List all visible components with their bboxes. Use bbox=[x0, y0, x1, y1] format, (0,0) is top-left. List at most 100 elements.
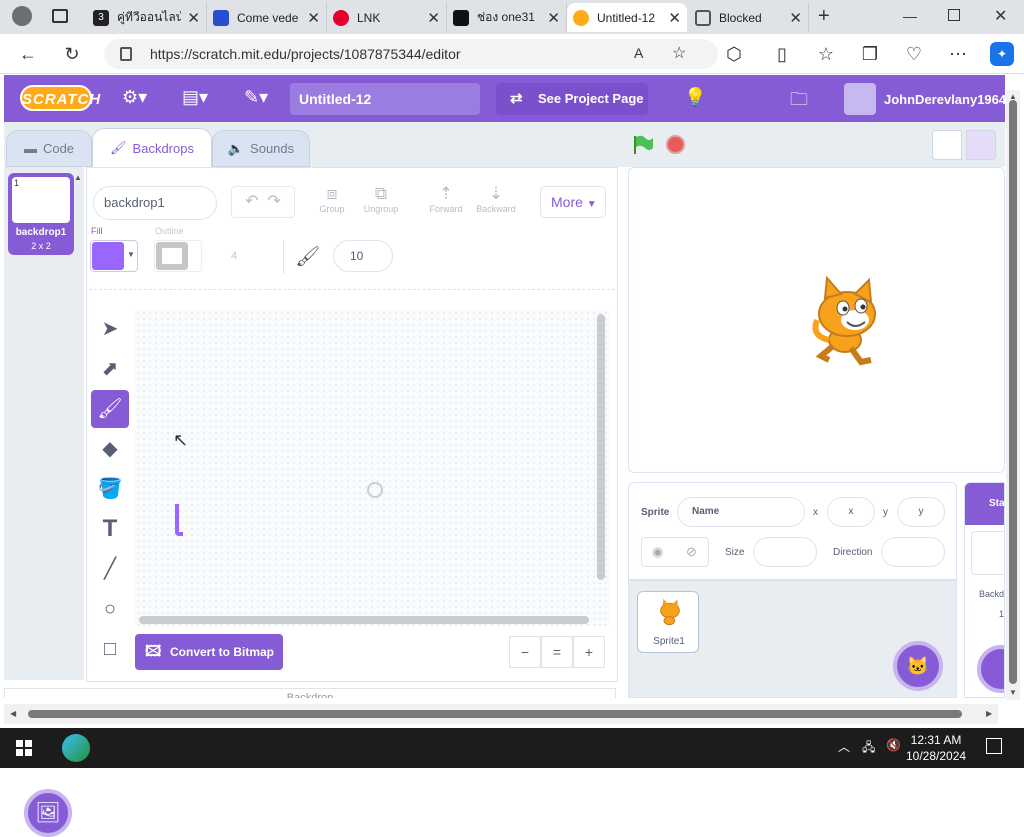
backward-button[interactable]: ⇣ Backward bbox=[473, 184, 519, 214]
green-flag-icon[interactable] bbox=[632, 134, 653, 154]
page-horizontal-scrollbar[interactable]: ◀ ▶ bbox=[4, 704, 998, 724]
tray-chevron-up-icon[interactable]: ︿ bbox=[838, 738, 850, 755]
rectangle-tool-icon[interactable]: □ bbox=[91, 630, 129, 668]
close-tab-icon[interactable]: ✕ bbox=[789, 9, 802, 27]
close-window-icon[interactable]: ✕ bbox=[994, 6, 1007, 26]
convert-to-bitmap-button[interactable]: 🖾 Convert to Bitmap bbox=[135, 634, 283, 670]
close-tab-icon[interactable]: ✕ bbox=[547, 9, 560, 27]
choose-sprite-button[interactable]: 🐱 bbox=[893, 641, 943, 691]
stage-canvas[interactable] bbox=[628, 167, 1005, 473]
tab-actions-icon[interactable] bbox=[52, 9, 68, 23]
scratch-cat-sprite[interactable] bbox=[799, 276, 889, 366]
my-stuff-folder-icon[interactable]: 🗀 bbox=[790, 87, 808, 117]
ungroup-button[interactable]: ⧉ Ungroup bbox=[359, 184, 403, 214]
restore-icon[interactable] bbox=[948, 9, 960, 21]
scroll-down-arrow-icon[interactable]: ▼ bbox=[1009, 688, 1017, 697]
large-stage-icon[interactable] bbox=[966, 130, 996, 160]
close-tab-icon[interactable]: ✕ bbox=[668, 9, 681, 27]
eye-show-icon[interactable]: ◉ bbox=[652, 544, 663, 560]
edit-menu-icon[interactable]: ✎▾ bbox=[244, 87, 268, 108]
browser-tab-1[interactable]: 3 คู่ทีวีออนไลน์ ✕ bbox=[87, 3, 207, 32]
edge-browser-icon[interactable] bbox=[62, 734, 90, 762]
read-aloud-icon[interactable]: A bbox=[634, 45, 643, 61]
close-tab-icon[interactable]: ✕ bbox=[187, 9, 200, 27]
sprite-name-input[interactable]: Name bbox=[677, 497, 805, 527]
fill-color-picker[interactable]: ▼ bbox=[90, 240, 138, 272]
choose-backdrop-button[interactable]: 🖼 bbox=[24, 789, 72, 837]
tab-sounds[interactable]: 🔈 Sounds bbox=[212, 130, 310, 167]
collections-icon[interactable]: ❐ bbox=[858, 42, 882, 66]
tab-backdrops[interactable]: 🖌 Backdrops bbox=[92, 128, 212, 167]
project-title-input[interactable]: Untitled-12 bbox=[290, 83, 480, 115]
copilot-icon[interactable]: ✦ bbox=[990, 42, 1014, 66]
scroll-right-arrow-icon[interactable]: ▶ bbox=[986, 709, 992, 718]
paint-canvas[interactable]: ↖ bbox=[135, 310, 611, 626]
scratch-logo[interactable]: SCRATCH bbox=[20, 85, 100, 111]
zoom-reset-button[interactable]: = bbox=[541, 636, 573, 668]
fill-bucket-tool-icon[interactable]: 🪣 bbox=[91, 470, 129, 508]
x-input[interactable]: x bbox=[827, 497, 875, 527]
more-button[interactable]: More ▼ bbox=[540, 186, 606, 218]
lightbulb-icon[interactable]: 💡 bbox=[684, 87, 706, 108]
page-vertical-scrollbar[interactable]: ▲ ▼ bbox=[1006, 90, 1020, 700]
forward-button[interactable]: ⇡ Forward bbox=[425, 184, 467, 214]
reshape-tool-icon[interactable]: ⬈ bbox=[91, 350, 129, 388]
undo-icon[interactable]: ↶ bbox=[245, 193, 258, 210]
taskbar-clock[interactable]: 12:31 AM 10/28/2024 bbox=[906, 732, 966, 764]
new-tab-button[interactable]: + bbox=[818, 5, 830, 28]
scroll-thumb[interactable] bbox=[1009, 100, 1017, 684]
choose-stage-backdrop-button[interactable] bbox=[977, 645, 1004, 693]
sprite-thumbnail[interactable]: Sprite1 bbox=[637, 591, 699, 653]
tab-code[interactable]: ▬ Code bbox=[6, 130, 92, 167]
zoom-in-button[interactable]: + bbox=[573, 636, 605, 668]
profile-icon[interactable] bbox=[12, 6, 32, 26]
circle-tool-icon[interactable]: ○ bbox=[91, 590, 129, 628]
url-field[interactable]: https://scratch.mit.edu/projects/1087875… bbox=[104, 39, 718, 69]
notification-icon[interactable] bbox=[986, 738, 1002, 754]
favorite-star-icon[interactable]: ☆ bbox=[672, 43, 686, 63]
settings-gear-icon[interactable]: ⚙▾ bbox=[122, 87, 147, 108]
group-button[interactable]: ⧈ Group bbox=[315, 184, 349, 214]
canvas-horizontal-scrollbar[interactable] bbox=[139, 616, 589, 624]
windows-start-icon[interactable] bbox=[16, 740, 32, 756]
small-stage-icon[interactable] bbox=[932, 130, 962, 160]
scroll-left-arrow-icon[interactable]: ◀ bbox=[10, 709, 16, 718]
redo-icon[interactable]: ↷ bbox=[267, 193, 280, 210]
browser-tab-2[interactable]: Come vede ✕ bbox=[207, 3, 327, 32]
eye-hide-icon[interactable]: ⊘ bbox=[686, 544, 697, 560]
close-tab-icon[interactable]: ✕ bbox=[427, 9, 440, 27]
browser-tab-4[interactable]: ช่อง one31 ✕ bbox=[447, 3, 567, 32]
direction-input[interactable] bbox=[881, 537, 945, 567]
performance-icon[interactable]: ♡ bbox=[902, 42, 926, 66]
user-account-menu[interactable]: JohnDerevlany1964 bbox=[844, 83, 1006, 115]
browser-tab-6[interactable]: Blocked ✕ bbox=[689, 3, 809, 32]
canvas-vertical-scrollbar[interactable] bbox=[597, 314, 605, 580]
see-project-page-button[interactable]: ⇄ See Project Page bbox=[496, 83, 648, 115]
minimize-icon[interactable]: — bbox=[903, 8, 917, 24]
eraser-tool-icon[interactable]: ◆ bbox=[91, 430, 129, 468]
browser-tab-5-active[interactable]: Untitled-12 ✕ bbox=[567, 3, 687, 32]
close-tab-icon[interactable]: ✕ bbox=[307, 9, 320, 27]
brush-size-input[interactable]: 10 bbox=[333, 240, 393, 272]
select-tool-arrow-icon[interactable]: ➤ bbox=[91, 310, 129, 348]
size-input[interactable] bbox=[753, 537, 817, 567]
more-menu-icon[interactable]: ⋯ bbox=[946, 42, 970, 66]
line-tool-icon[interactable]: ╱ bbox=[91, 550, 129, 588]
y-input[interactable]: y bbox=[897, 497, 945, 527]
backdrop-thumbnail[interactable]: 1 backdrop1 2 x 2 bbox=[8, 173, 74, 255]
scroll-up-arrow-icon[interactable]: ▲ bbox=[74, 173, 82, 182]
volume-muted-icon[interactable]: 🔇 bbox=[886, 738, 901, 752]
scroll-thumb[interactable] bbox=[28, 710, 962, 718]
network-icon[interactable]: 🖧 bbox=[862, 738, 875, 759]
reload-icon[interactable]: ↻ bbox=[60, 42, 84, 66]
backdrop-name-input[interactable]: backdrop1 bbox=[93, 186, 217, 220]
zoom-out-button[interactable]: − bbox=[509, 636, 541, 668]
extensions-icon[interactable]: ⬡ bbox=[722, 42, 746, 66]
back-arrow-icon[interactable]: ← bbox=[16, 42, 40, 66]
text-tool-icon[interactable]: T bbox=[91, 510, 129, 548]
favorites-icon[interactable]: ☆ bbox=[814, 42, 838, 66]
split-screen-icon[interactable]: ▯ bbox=[770, 42, 794, 66]
stop-sign-icon[interactable] bbox=[666, 135, 685, 154]
browser-tab-3[interactable]: LNK ✕ bbox=[327, 3, 447, 32]
brush-tool-icon[interactable]: 🖌 bbox=[91, 390, 129, 428]
